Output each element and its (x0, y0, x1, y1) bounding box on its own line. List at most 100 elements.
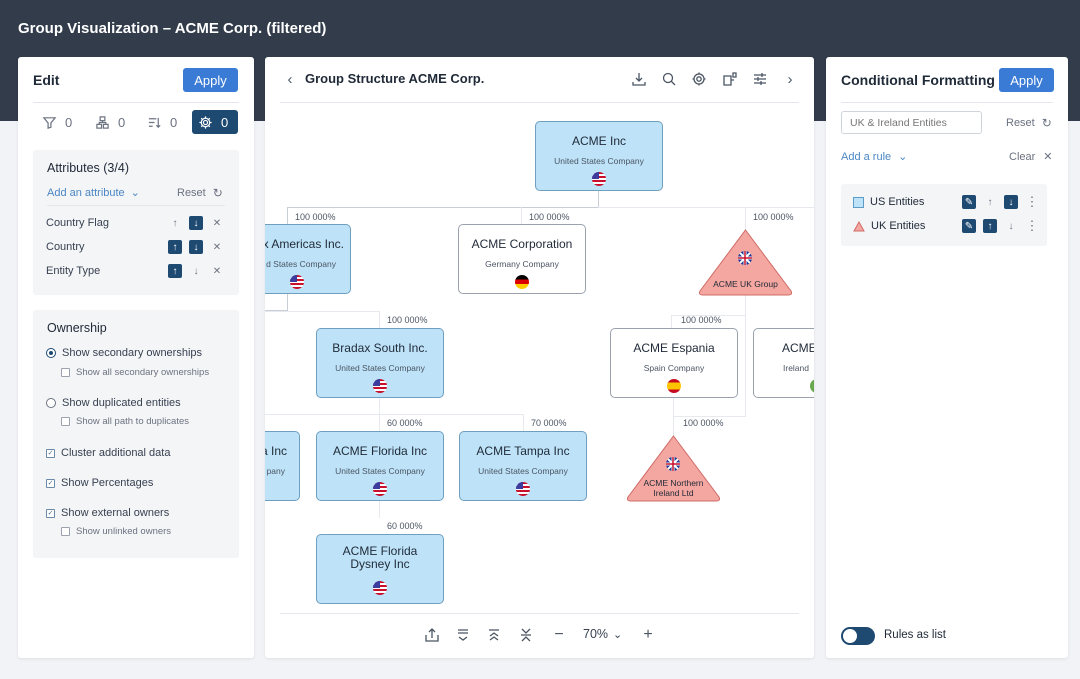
edit-rule-button[interactable]: ✎ (962, 219, 976, 233)
attributes-reset-button[interactable]: Reset ↻ (177, 186, 223, 200)
edge (523, 414, 524, 431)
show-all-path-duplicates-checkbox[interactable]: Show all path to duplicates (61, 416, 189, 427)
rule-set-name-input[interactable] (841, 111, 982, 134)
sliders-icon[interactable] (751, 70, 769, 88)
entity-node-bradax-south[interactable]: Bradax South Inc. United States Company (316, 328, 444, 398)
fit-icon[interactable] (517, 626, 535, 644)
move-up-button[interactable]: ↑ (983, 195, 997, 209)
graph-canvas[interactable]: 100 000% 100 000% 100 000% 100 000% 100 … (265, 103, 814, 612)
remove-attribute-button[interactable]: ✕ (210, 240, 224, 254)
radio-indicator (46, 398, 56, 408)
collapse-all-icon[interactable] (485, 626, 503, 644)
tab-filters[interactable]: 0 (36, 110, 78, 134)
clear-rules-button[interactable]: Clear ✕ (1009, 150, 1053, 164)
move-up-button[interactable]: ↑ (983, 219, 997, 233)
edit-rule-button[interactable]: ✎ (962, 195, 976, 209)
move-up-button[interactable]: ↑ (168, 216, 182, 230)
filter-count: 0 (65, 114, 73, 130)
download-icon[interactable] (630, 70, 648, 88)
refresh-icon: ↻ (212, 186, 223, 200)
share-icon[interactable] (423, 626, 441, 644)
entity-node-acme-corporation[interactable]: ACME Corporation Germany Company (458, 224, 586, 294)
show-duplicated-entities-radio[interactable]: Show duplicated entities (46, 397, 181, 409)
close-icon: ✕ (1043, 151, 1053, 163)
settings-count: 0 (221, 114, 229, 130)
chevron-left-icon[interactable]: ‹ (281, 70, 299, 88)
show-all-secondary-checkbox[interactable]: Show all secondary ownerships (61, 367, 209, 378)
cluster-additional-data-checkbox[interactable]: ✓ Cluster additional data (46, 447, 170, 459)
node-name: ACME Corporation (471, 237, 573, 251)
edge (673, 416, 746, 417)
tab-sort[interactable]: 0 (141, 110, 183, 134)
move-down-button[interactable]: ↓ (1004, 195, 1018, 209)
reset-label: Reset (177, 187, 206, 199)
chevron-right-icon[interactable]: › (781, 70, 799, 88)
entity-node-partial[interactable]: a Inc pany (265, 431, 300, 501)
uk-flag-icon (666, 457, 680, 471)
tab-settings[interactable]: 0 (192, 110, 238, 134)
gear-icon[interactable] (690, 70, 708, 88)
chevron-down-icon: ⌄ (898, 151, 908, 163)
move-down-button[interactable]: ↓ (189, 240, 203, 254)
show-external-owners-checkbox[interactable]: ✓ Show external owners (46, 507, 169, 519)
entity-node-acme-northern-ireland[interactable]: ACME Northern Ireland Ltd (625, 433, 722, 503)
cf-apply-button[interactable]: Apply (999, 68, 1054, 92)
edit-panel-title: Edit (33, 72, 60, 88)
remove-attribute-button[interactable]: ✕ (210, 264, 224, 278)
more-options-icon[interactable]: ⋮ (1025, 218, 1039, 233)
node-subtitle: United States Company (478, 466, 568, 476)
us-flag-icon (290, 275, 304, 289)
cf-reset-button[interactable]: Reset ↻ (1006, 116, 1052, 130)
option-label: Show all secondary ownerships (76, 367, 210, 378)
spain-flag-icon (667, 379, 681, 393)
entity-node-acme-ireland[interactable]: ACME Ireland (753, 328, 814, 398)
entity-node-acme-florida[interactable]: ACME Florida Inc United States Company (316, 431, 444, 501)
show-percentages-checkbox[interactable]: ✓ Show Percentages (46, 477, 153, 489)
remove-attribute-button[interactable]: ✕ (210, 216, 224, 230)
add-rule-dropdown[interactable]: Add a rule ⌄ (841, 150, 908, 164)
node-name: ACME Tampa Inc (476, 444, 570, 458)
zoom-level: 70% (583, 627, 609, 641)
edge (671, 315, 672, 329)
sort-icon (148, 117, 161, 128)
tab-hierarchy[interactable]: 0 (89, 110, 131, 134)
option-label: Show external owners (61, 507, 170, 519)
search-icon[interactable] (660, 70, 678, 88)
page-title: Group Visualization – ACME Corp. (filter… (18, 20, 327, 37)
move-up-button[interactable]: ↑ (168, 264, 182, 278)
move-down-button[interactable]: ↓ (189, 264, 203, 278)
attribute-row: Entity Type ↑ ↓ ✕ (46, 262, 224, 280)
reset-label: Reset (1006, 117, 1035, 129)
entity-node-acme-tampa[interactable]: ACME Tampa Inc United States Company (459, 431, 587, 501)
us-flag-icon (373, 581, 387, 595)
move-down-button[interactable]: ↓ (1004, 219, 1018, 233)
entity-node-acme-uk-group[interactable]: ACME UK Group (697, 227, 794, 297)
node-name: a Inc (265, 444, 287, 458)
checkbox-indicator (61, 368, 70, 377)
divider (33, 102, 239, 103)
zoom-level-select[interactable]: 70% ⌄ (583, 627, 622, 641)
zoom-in-button[interactable]: + (639, 626, 657, 644)
node-name: ACME Inc (571, 134, 626, 148)
show-unlinked-owners-checkbox[interactable]: Show unlinked owners (61, 526, 171, 537)
show-secondary-ownerships-radio[interactable]: Show secondary ownerships (46, 347, 202, 359)
move-up-button[interactable]: ↑ (168, 240, 182, 254)
entity-node-americas[interactable]: x Americas Inc. d States Company (265, 224, 351, 294)
add-attribute-dropdown[interactable]: Add an attribute ⌄ (47, 186, 140, 200)
entity-node-acme-inc[interactable]: ACME Inc United States Company (535, 121, 663, 191)
rules-as-list-toggle[interactable] (841, 627, 875, 645)
node-subtitle: United States Company (335, 466, 425, 476)
rules-list: US Entities ✎ ↑ ↓ ⋮ UK Entities ✎ ↑ ↓ ⋮ (841, 184, 1047, 246)
node-name: ACME (782, 341, 814, 355)
expand-all-icon[interactable] (454, 626, 472, 644)
move-down-button[interactable]: ↓ (189, 216, 203, 230)
zoom-out-button[interactable]: − (550, 626, 568, 644)
layout-icon[interactable] (721, 70, 739, 88)
edit-apply-button[interactable]: Apply (183, 68, 238, 92)
clear-label: Clear (1009, 150, 1036, 163)
node-name: ACME Espania (633, 341, 715, 355)
edge (265, 311, 380, 312)
entity-node-acme-espania[interactable]: ACME Espania Spain Company (610, 328, 738, 398)
entity-node-acme-florida-dysney[interactable]: ACME Florida Dysney Inc (316, 534, 444, 604)
more-options-icon[interactable]: ⋮ (1025, 194, 1039, 209)
